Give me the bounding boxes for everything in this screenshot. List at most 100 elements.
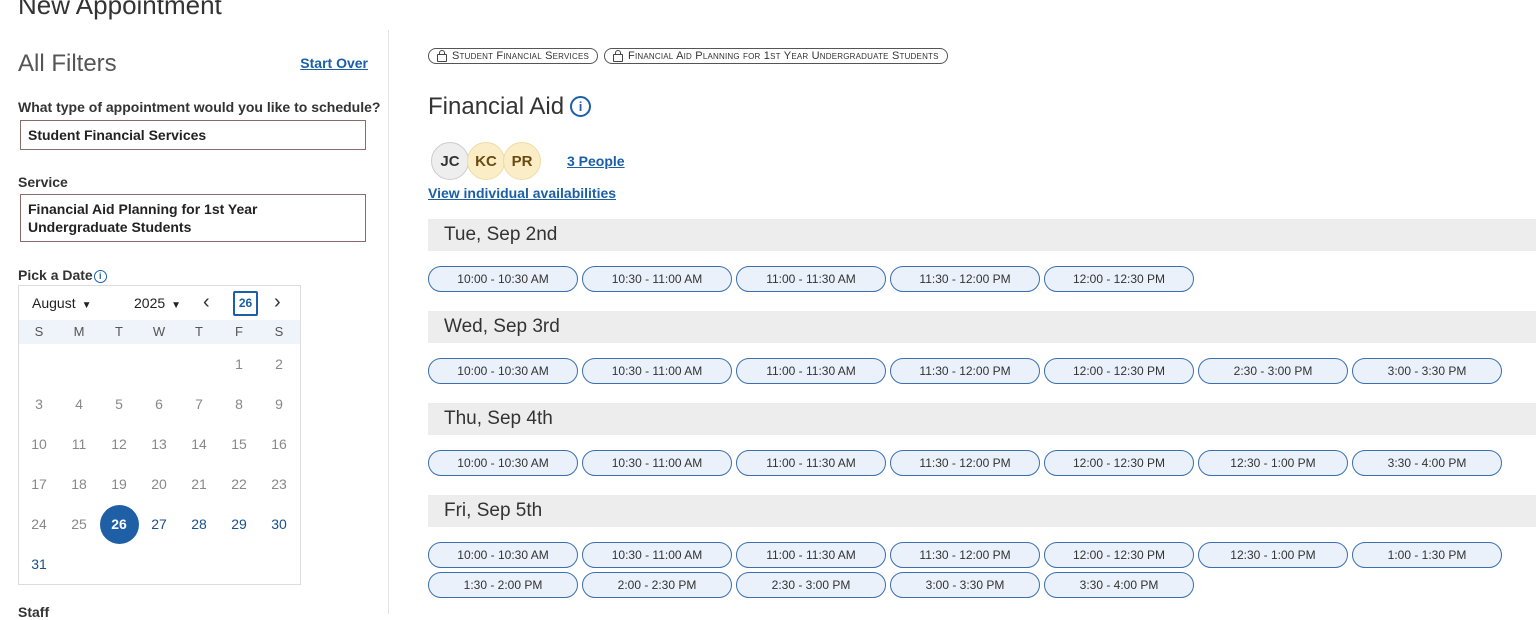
- time-slot-button[interactable]: 12:00 - 12:30 PM: [1044, 358, 1194, 384]
- service-label: Service: [18, 174, 68, 190]
- time-slot-button[interactable]: 10:00 - 10:30 AM: [428, 266, 578, 292]
- time-slot-button[interactable]: 11:00 - 11:30 AM: [736, 358, 886, 384]
- calendar-day: 4: [59, 384, 99, 424]
- calendar-day-number: 2: [275, 356, 283, 372]
- calendar-day: 19: [99, 464, 139, 504]
- time-slot-button[interactable]: 11:30 - 12:00 PM: [890, 358, 1040, 384]
- calendar-day-number: 31: [31, 556, 47, 572]
- time-slot-button[interactable]: 12:00 - 12:30 PM: [1044, 450, 1194, 476]
- time-slot-button[interactable]: 12:30 - 1:00 PM: [1198, 542, 1348, 568]
- time-slot-button[interactable]: 3:00 - 3:30 PM: [1352, 358, 1502, 384]
- time-slot-button[interactable]: 2:30 - 3:00 PM: [1198, 358, 1348, 384]
- avatar[interactable]: KC: [467, 142, 505, 180]
- chevron-down-icon: ▼: [171, 300, 182, 311]
- filter-chip[interactable]: Financial Aid Planning for 1st Year Unde…: [604, 48, 948, 64]
- time-slot-button[interactable]: 3:00 - 3:30 PM: [890, 572, 1040, 598]
- weekday-header: SMTWTFS: [19, 320, 300, 344]
- weekday-label: S: [34, 324, 44, 339]
- time-slot-button[interactable]: 11:00 - 11:30 AM: [736, 450, 886, 476]
- calendar-day: 2: [259, 344, 299, 384]
- time-slot-button[interactable]: 10:00 - 10:30 AM: [428, 358, 578, 384]
- time-slot-button[interactable]: 10:30 - 11:00 AM: [582, 450, 732, 476]
- people-link[interactable]: 3 People: [567, 153, 625, 169]
- calendar-day-number: 4: [75, 396, 83, 412]
- calendar-day-number: 6: [155, 396, 163, 412]
- year-select[interactable]: 2025 ▼: [134, 295, 181, 311]
- page-title: New Appointment: [18, 0, 222, 20]
- calendar-day-number: 5: [115, 396, 123, 412]
- time-slot-button[interactable]: 11:30 - 12:00 PM: [890, 450, 1040, 476]
- calendar-day-number: 3: [35, 396, 43, 412]
- month-value: August: [32, 295, 76, 311]
- today-button[interactable]: 26: [233, 291, 258, 316]
- info-icon[interactable]: i: [93, 269, 107, 283]
- avatar[interactable]: JC: [431, 142, 469, 180]
- calendar-day[interactable]: 30: [259, 504, 299, 544]
- time-slot-button[interactable]: 3:30 - 4:00 PM: [1352, 450, 1502, 476]
- time-slot-button[interactable]: 2:30 - 3:00 PM: [736, 572, 886, 598]
- time-slot-button[interactable]: 3:30 - 4:00 PM: [1044, 572, 1194, 598]
- time-slot-button[interactable]: 1:30 - 2:00 PM: [428, 572, 578, 598]
- calendar-day-number: 1: [235, 356, 243, 372]
- time-slot-button[interactable]: 12:30 - 1:00 PM: [1198, 450, 1348, 476]
- time-slot-button[interactable]: 10:30 - 11:00 AM: [582, 358, 732, 384]
- calendar-day-number: 17: [31, 476, 47, 492]
- time-slot-button[interactable]: 12:00 - 12:30 PM: [1044, 266, 1194, 292]
- time-slots: 10:00 - 10:30 AM 10:30 - 11:00 AM 11:00 - …: [428, 435, 1536, 495]
- calendar-day-number: 26: [99, 504, 139, 544]
- calendar-day[interactable]: 26: [99, 504, 139, 544]
- calendar-day-number: 25: [71, 516, 87, 532]
- month-select[interactable]: August ▼: [32, 295, 92, 311]
- time-slot-button[interactable]: 10:30 - 11:00 AM: [582, 542, 732, 568]
- calendar-blank: [179, 344, 219, 384]
- calendar-day: 6: [139, 384, 179, 424]
- calendar-day[interactable]: 28: [179, 504, 219, 544]
- calendar-day-number: 29: [231, 516, 247, 532]
- calendar-day: 7: [179, 384, 219, 424]
- service-title: Financial Aid i: [428, 93, 592, 121]
- calendar-day: 15: [219, 424, 259, 464]
- view-individual-availabilities-link[interactable]: View individual availabilities: [428, 185, 616, 201]
- date-picker: August ▼ 2025 ▼ ‹ 26 › SMTWTFS 1 2 3 4 5 6 7 8 9 10…: [18, 285, 301, 585]
- weekday-label: F: [235, 324, 243, 339]
- calendar-day: 11: [59, 424, 99, 464]
- calendar-day[interactable]: 27: [139, 504, 179, 544]
- time-slot-button[interactable]: 11:00 - 11:30 AM: [736, 266, 886, 292]
- appointment-type-select[interactable]: Student Financial Services: [20, 120, 366, 150]
- time-slots: 10:00 - 10:30 AM 10:30 - 11:00 AM 11:00 - …: [428, 343, 1536, 403]
- avatar[interactable]: PR: [503, 142, 541, 180]
- time-slots: 10:00 - 10:30 AM 10:30 - 11:00 AM 11:00 - …: [428, 251, 1536, 311]
- calendar-day: 13: [139, 424, 179, 464]
- time-slot-button[interactable]: 11:30 - 12:00 PM: [890, 542, 1040, 568]
- calendar-day: 14: [179, 424, 219, 464]
- time-slot-button[interactable]: 1:00 - 1:30 PM: [1352, 542, 1502, 568]
- calendar-day: 5: [99, 384, 139, 424]
- calendar-blank: [99, 344, 139, 384]
- time-slots: 10:00 - 10:30 AM 10:30 - 11:00 AM 11:00 - …: [428, 527, 1536, 617]
- time-slot-button[interactable]: 10:00 - 10:30 AM: [428, 450, 578, 476]
- chevron-right-icon[interactable]: ›: [274, 291, 281, 314]
- calendar-day[interactable]: 29: [219, 504, 259, 544]
- info-icon[interactable]: i: [570, 96, 592, 117]
- time-slot-button[interactable]: 2:00 - 2:30 PM: [582, 572, 732, 598]
- calendar-day: 9: [259, 384, 299, 424]
- filter-chip-label: Student Financial Services: [452, 50, 590, 62]
- calendar-day[interactable]: 31: [19, 544, 59, 584]
- time-slot-button[interactable]: 11:30 - 12:00 PM: [890, 266, 1040, 292]
- filter-chip[interactable]: Student Financial Services: [428, 48, 599, 64]
- time-slot-button[interactable]: 10:30 - 11:00 AM: [582, 266, 732, 292]
- day-section: Fri, Sep 5th 10:00 - 10:30 AM 10:30 - 11:0…: [428, 495, 1536, 617]
- staff-avatars[interactable]: JC KC PR: [431, 142, 541, 180]
- calendar-day: 23: [259, 464, 299, 504]
- calendar-day-number: 9: [275, 396, 283, 412]
- availability-days: Tue, Sep 2nd 10:00 - 10:30 AM 10:30 - 11:0…: [428, 219, 1536, 617]
- calendar-day-number: 10: [31, 436, 47, 452]
- calendar-day-number: 24: [31, 516, 47, 532]
- time-slot-button[interactable]: 10:00 - 10:30 AM: [428, 542, 578, 568]
- chevron-left-icon[interactable]: ‹: [203, 291, 210, 314]
- appointment-type-label: What type of appointment would you like …: [18, 99, 381, 115]
- time-slot-button[interactable]: 11:00 - 11:30 AM: [736, 542, 886, 568]
- start-over-link[interactable]: Start Over: [300, 55, 368, 71]
- service-select[interactable]: Financial Aid Planning for 1st Year Unde…: [20, 194, 366, 242]
- time-slot-button[interactable]: 12:00 - 12:30 PM: [1044, 542, 1194, 568]
